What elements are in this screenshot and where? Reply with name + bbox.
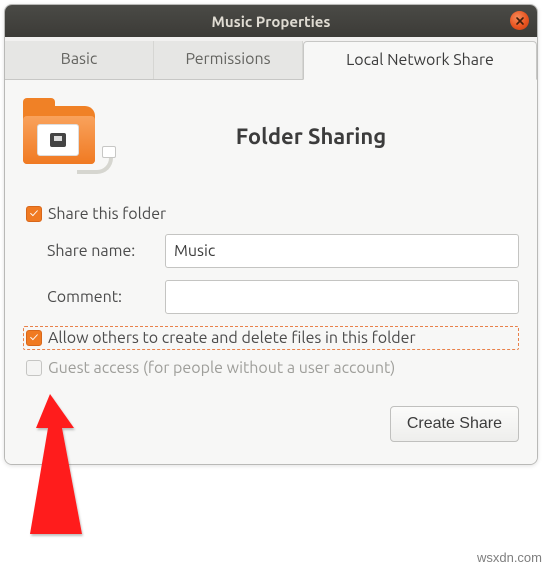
share-name-input[interactable] bbox=[165, 234, 519, 268]
allow-others-checkbox[interactable]: ✓ bbox=[26, 330, 42, 346]
comment-input[interactable] bbox=[165, 280, 519, 314]
page-title: Folder Sharing bbox=[133, 124, 519, 149]
window-title: Music Properties bbox=[211, 13, 330, 30]
guest-access-row[interactable]: Guest access (for people without a user … bbox=[23, 356, 519, 380]
share-this-folder-checkbox[interactable]: ✓ bbox=[26, 206, 42, 222]
allow-others-label: Allow others to create and delete files … bbox=[48, 329, 416, 347]
tab-bar: Basic Permissions Local Network Share bbox=[5, 37, 537, 80]
allow-others-row[interactable]: ✓ Allow others to create and delete file… bbox=[23, 326, 519, 350]
share-this-folder-row[interactable]: ✓ Share this folder bbox=[23, 202, 519, 226]
share-name-row: Share name: bbox=[47, 234, 519, 268]
create-share-button[interactable]: Create Share bbox=[390, 406, 519, 442]
tab-local-network-share[interactable]: Local Network Share bbox=[303, 41, 537, 80]
share-this-folder-label: Share this folder bbox=[48, 205, 166, 223]
tab-basic[interactable]: Basic bbox=[5, 41, 154, 79]
comment-row: Comment: bbox=[47, 280, 519, 314]
share-name-label: Share name: bbox=[47, 242, 165, 260]
properties-window: Music Properties Basic Permissions Local… bbox=[4, 4, 538, 465]
share-header: Folder Sharing bbox=[23, 98, 519, 174]
titlebar: Music Properties bbox=[5, 5, 537, 37]
button-row: Create Share bbox=[23, 406, 519, 442]
shared-folder-icon bbox=[23, 98, 109, 174]
comment-label: Comment: bbox=[47, 288, 165, 306]
guest-access-label: Guest access (for people without a user … bbox=[48, 359, 395, 377]
tab-content: Folder Sharing ✓ Share this folder Share… bbox=[5, 80, 537, 464]
tab-permissions[interactable]: Permissions bbox=[154, 41, 303, 79]
watermark: wsxdn.com bbox=[477, 550, 542, 565]
close-icon[interactable] bbox=[510, 11, 529, 30]
guest-access-checkbox[interactable] bbox=[26, 360, 42, 376]
